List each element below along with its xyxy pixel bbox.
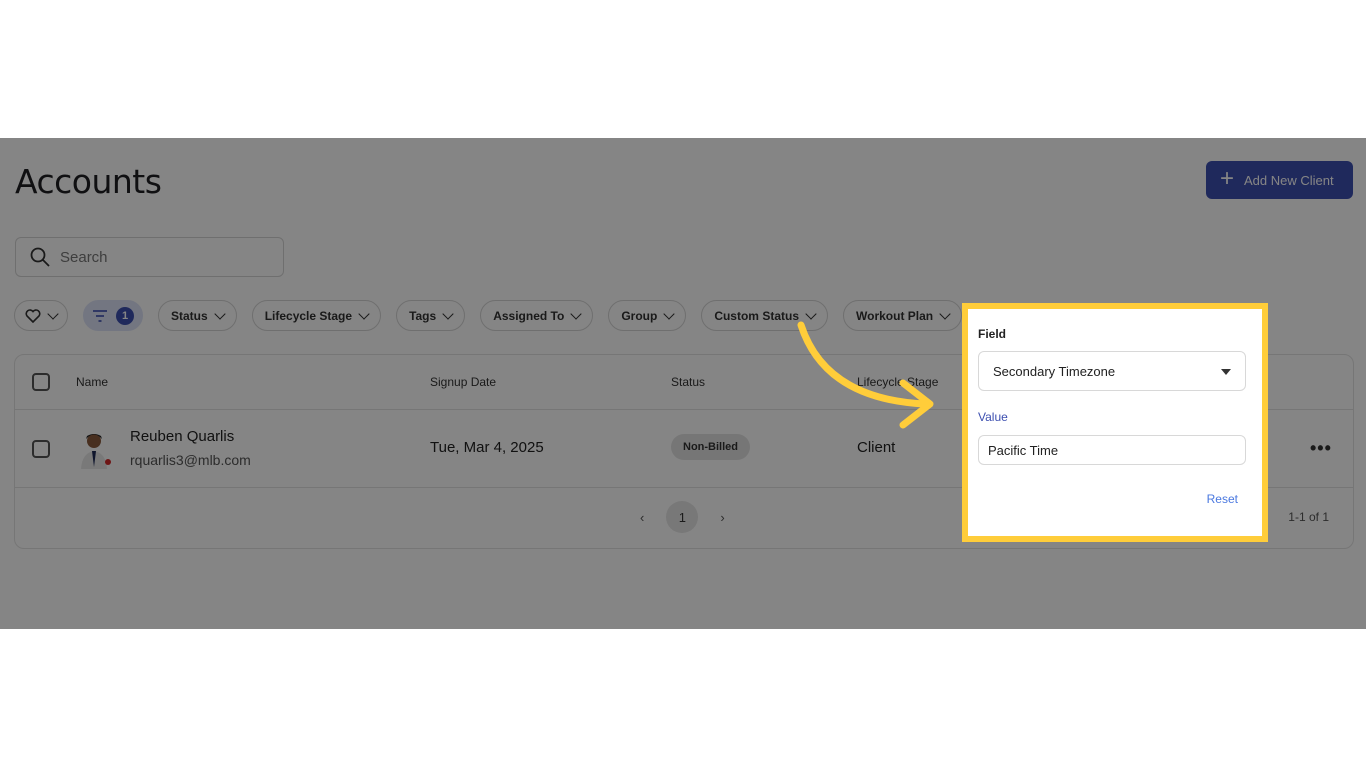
custom-field-filter-popup: Field Secondary Timezone Value Pacific T… — [962, 303, 1268, 542]
reset-button[interactable]: Reset — [1207, 492, 1238, 506]
screenshot-frame: Accounts + Add New Client Search 1 Statu… — [0, 138, 1366, 629]
value-input-text: Pacific Time — [988, 442, 1059, 458]
dropdown-arrow-icon — [1221, 369, 1231, 375]
field-select-value: Secondary Timezone — [993, 363, 1116, 379]
annotation-arrow-icon — [797, 321, 934, 429]
field-label: Field — [978, 327, 1007, 341]
value-label: Value — [978, 410, 1008, 424]
field-select[interactable]: Secondary Timezone — [978, 351, 1246, 391]
value-input[interactable]: Pacific Time — [978, 435, 1246, 465]
